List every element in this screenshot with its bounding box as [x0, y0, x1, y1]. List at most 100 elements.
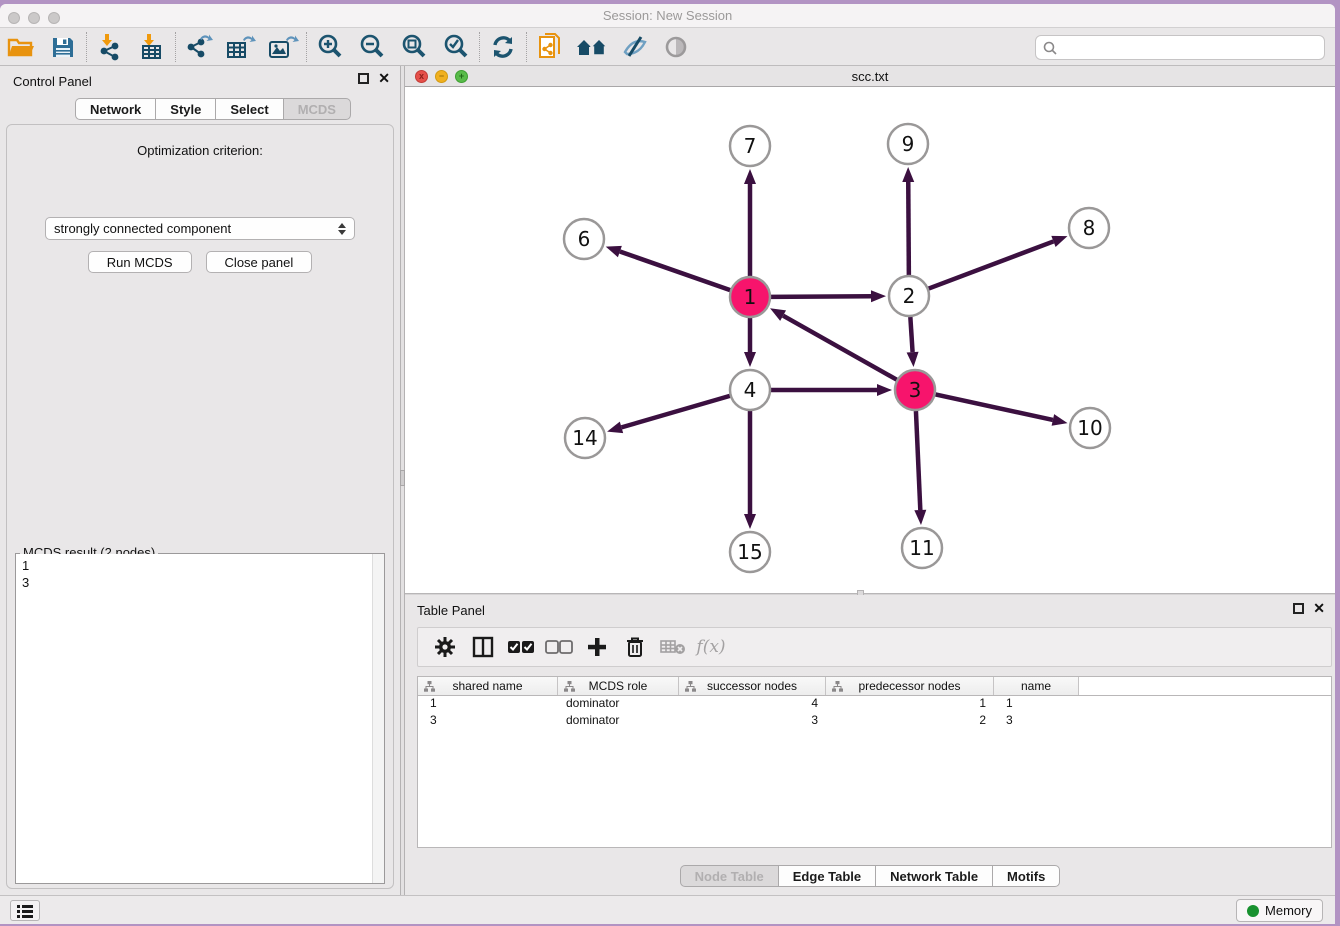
graph-edge-arrowhead — [1051, 236, 1067, 247]
close-panel-icon[interactable]: ✕ — [378, 73, 390, 84]
import-table-icon — [137, 33, 167, 61]
cell-shared-name[interactable]: 3 — [418, 713, 558, 730]
tab-mcds[interactable]: MCDS — [283, 98, 351, 120]
close-table-panel-icon[interactable]: ✕ — [1313, 603, 1325, 614]
hierarchy-icon — [685, 681, 696, 692]
task-history-button[interactable] — [10, 900, 40, 921]
cell-name[interactable]: 1 — [994, 696, 1079, 713]
graph-edge-4-14[interactable] — [621, 396, 729, 428]
zoom-selected-button[interactable] — [435, 30, 477, 64]
graph-edge-2-3[interactable] — [910, 317, 912, 352]
show-column-button[interactable] — [464, 630, 502, 664]
control-panel-title: Control Panel — [13, 74, 92, 89]
table-row[interactable]: 1 dominator 4 1 1 — [418, 696, 1331, 713]
float-panel-icon[interactable] — [358, 73, 369, 84]
apply-layout-button[interactable] — [482, 30, 524, 64]
column-header-name[interactable]: name — [994, 677, 1079, 695]
home-button[interactable] — [571, 30, 613, 64]
cell-successor-nodes[interactable]: 4 — [679, 696, 826, 713]
network-title: scc.txt — [405, 69, 1335, 84]
hierarchy-icon — [832, 681, 843, 692]
network-canvas[interactable]: 7968124314101511 — [405, 87, 1335, 593]
save-session-button[interactable] — [42, 30, 84, 64]
graph-edge-2-8[interactable] — [929, 241, 1054, 288]
main-area: Control Panel ✕ Network Style Select MCD… — [0, 66, 1335, 895]
graph-edge-3-11[interactable] — [916, 411, 920, 510]
column-header-mcds-role[interactable]: MCDS role — [558, 677, 679, 695]
graph-edge-1-6[interactable] — [620, 252, 730, 291]
graph-edge-1-2[interactable] — [771, 296, 871, 297]
graph-edge-3-1[interactable] — [783, 316, 897, 380]
zoom-in-button[interactable] — [309, 30, 351, 64]
select-all-columns-button[interactable] — [502, 630, 540, 664]
open-session-button[interactable] — [0, 30, 42, 64]
export-network-button[interactable] — [178, 30, 220, 64]
gear-icon — [434, 636, 456, 658]
run-mcds-button[interactable]: Run MCDS — [88, 251, 192, 273]
graph-edge-3-10[interactable] — [936, 394, 1053, 419]
graph-node-label: 11 — [909, 536, 934, 560]
cell-mcds-role[interactable]: dominator — [558, 696, 679, 713]
column-header-predecessor-nodes[interactable]: predecessor nodes — [826, 677, 994, 695]
graph-edge-arrowhead — [902, 167, 914, 182]
graph-edge-arrowhead — [607, 422, 623, 434]
import-table-button[interactable] — [131, 30, 173, 64]
refresh-icon — [489, 33, 517, 61]
columns-icon — [472, 636, 494, 658]
tab-network-table[interactable]: Network Table — [875, 865, 992, 887]
cell-predecessor-nodes[interactable]: 1 — [826, 696, 994, 713]
tab-edge-table[interactable]: Edge Table — [778, 865, 875, 887]
search-input[interactable] — [1058, 38, 1324, 58]
graph-edge-arrowhead — [770, 308, 786, 321]
import-network-button[interactable] — [89, 30, 131, 64]
unchecked-boxes-icon — [545, 640, 573, 654]
function-builder-button[interactable]: f(x) — [692, 630, 730, 664]
zoom-in-icon — [316, 33, 344, 61]
table-settings-button[interactable] — [426, 630, 464, 664]
show-hide-graphics-button[interactable] — [613, 30, 655, 64]
hierarchy-icon — [424, 681, 435, 692]
optimization-criterion-select[interactable]: strongly connected component — [45, 217, 355, 240]
delete-column-button[interactable] — [616, 630, 654, 664]
tab-select[interactable]: Select — [215, 98, 282, 120]
close-panel-button[interactable]: Close panel — [206, 251, 313, 273]
network-graph[interactable]: 7968124314101511 — [405, 87, 1335, 593]
memory-button[interactable]: Memory — [1236, 899, 1323, 922]
chevron-updown-icon — [338, 223, 346, 235]
graph-node-label: 8 — [1083, 216, 1096, 240]
cell-shared-name[interactable]: 1 — [418, 696, 558, 713]
duplicate-network-button[interactable] — [529, 30, 571, 64]
export-table-button[interactable] — [220, 30, 262, 64]
deselect-all-columns-button[interactable] — [540, 630, 578, 664]
hierarchy-icon — [564, 681, 575, 692]
toolbar-separator — [306, 32, 307, 62]
column-header-successor-nodes[interactable]: successor nodes — [679, 677, 826, 695]
mcds-panel: Optimization criterion: strongly connect… — [6, 124, 394, 889]
cell-predecessor-nodes[interactable]: 2 — [826, 713, 994, 730]
column-header-shared-name[interactable]: shared name — [418, 677, 558, 695]
mcds-scrollbar[interactable] — [372, 554, 384, 883]
tab-node-table[interactable]: Node Table — [680, 865, 778, 887]
tab-motifs[interactable]: Motifs — [992, 865, 1060, 887]
graph-node-label: 10 — [1077, 416, 1102, 440]
cell-name[interactable]: 3 — [994, 713, 1079, 730]
float-table-panel-icon[interactable] — [1293, 603, 1304, 614]
graph-edge-2-9[interactable] — [908, 182, 909, 275]
mcds-result-list[interactable]: 1 3 — [16, 554, 384, 883]
graph-edge-arrowhead — [871, 290, 886, 302]
fit-content-button[interactable] — [393, 30, 435, 64]
eye-button[interactable] — [655, 30, 697, 64]
tab-style[interactable]: Style — [155, 98, 215, 120]
graph-edge-arrowhead — [914, 510, 926, 525]
network-window-titlebar: x − + scc.txt — [405, 66, 1335, 87]
table-row[interactable]: 3 dominator 3 2 3 — [418, 713, 1331, 730]
memory-status-icon — [1247, 905, 1259, 917]
zoom-out-button[interactable] — [351, 30, 393, 64]
delete-table-button[interactable] — [654, 630, 692, 664]
create-column-button[interactable] — [578, 630, 616, 664]
export-image-button[interactable] — [262, 30, 304, 64]
cell-successor-nodes[interactable]: 3 — [679, 713, 826, 730]
cell-mcds-role[interactable]: dominator — [558, 713, 679, 730]
zoom-selected-icon — [442, 33, 470, 61]
tab-network[interactable]: Network — [75, 98, 155, 120]
